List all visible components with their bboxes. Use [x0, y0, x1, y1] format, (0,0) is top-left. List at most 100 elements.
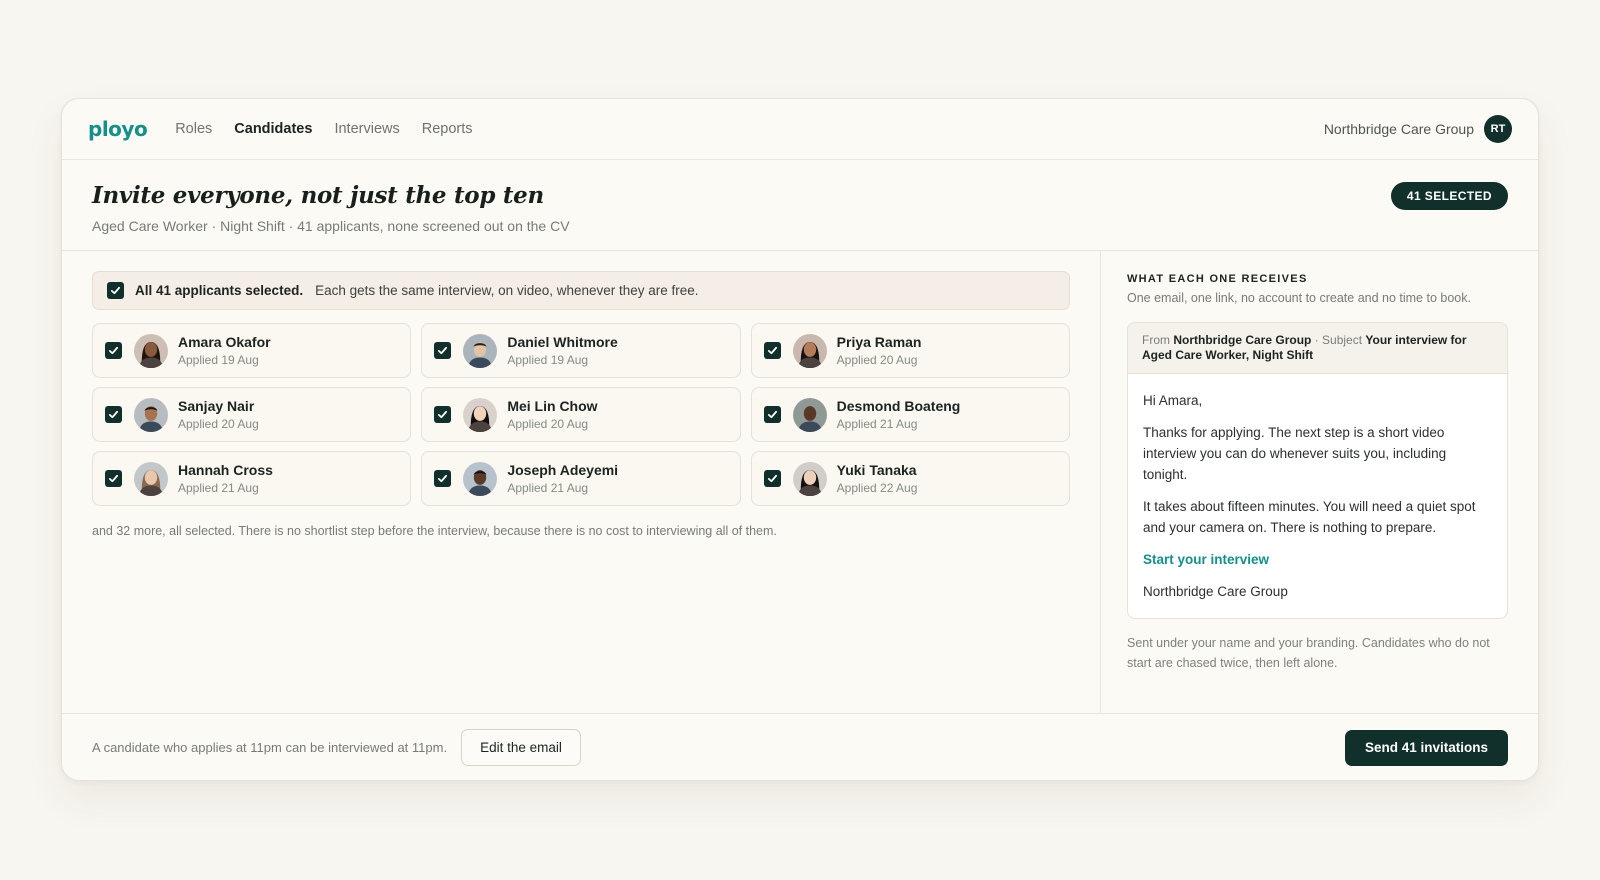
candidate-name: Yuki Tanaka	[836, 462, 917, 478]
candidate-card[interactable]: Priya Raman Applied 20 Aug	[750, 323, 1070, 378]
checkmark-icon	[108, 410, 119, 419]
candidate-card[interactable]: Daniel Whitmore Applied 19 Aug	[421, 323, 741, 378]
org-name: Northbridge Care Group	[1323, 121, 1474, 137]
more-candidates-note: and 32 more, all selected. There is no s…	[92, 524, 777, 538]
email-header: From Northbridge Care Group · Subject Yo…	[1128, 323, 1507, 374]
page-subtitle: Aged Care Worker · Night Shift · 41 appl…	[92, 218, 570, 234]
candidate-checkbox[interactable]	[434, 406, 452, 423]
candidate-info: Yuki Tanaka Applied 22 Aug	[837, 462, 918, 495]
candidate-card[interactable]: Hannah Cross Applied 21 Aug	[92, 451, 412, 506]
email-body: Hi Amara, Thanks for applying. The next …	[1128, 374, 1507, 618]
checkmark-icon	[767, 410, 777, 419]
nav-candidates[interactable]: Candidates	[234, 121, 312, 137]
candidate-info: Hannah Cross Applied 21 Aug	[178, 462, 273, 495]
candidate-card[interactable]: Mei Lin Chow Applied 20 Aug	[421, 387, 741, 442]
candidate-card[interactable]: Amara Okafor Applied 19 Aug	[92, 323, 412, 378]
candidate-applied-date: Applied 21 Aug	[178, 481, 259, 495]
email-subject-prefix: · Subject	[1314, 333, 1363, 347]
woman-dark-hair-icon	[134, 333, 168, 368]
candidate-checkbox[interactable]	[763, 342, 781, 359]
candidate-info: Mei Lin Chow Applied 20 Aug	[507, 398, 597, 431]
candidate-info: Daniel Whitmore Applied 19 Aug	[507, 334, 617, 367]
candidate-name: Mei Lin Chow	[507, 398, 598, 414]
woman-short-hair-icon	[134, 461, 168, 496]
candidate-applied-date: Applied 21 Aug	[507, 481, 589, 495]
candidate-info: Joseph Adeyemi Applied 21 Aug	[507, 462, 618, 495]
top-nav: ployo Roles Candidates Interviews Report…	[62, 99, 1538, 160]
checkmark-icon	[438, 410, 448, 419]
candidate-card[interactable]: Yuki Tanaka Applied 22 Aug	[750, 451, 1070, 506]
nav-interviews[interactable]: Interviews	[334, 121, 399, 137]
checkmark-icon	[110, 286, 121, 295]
user-avatar[interactable]: RT	[1484, 115, 1512, 143]
select-all-bar: All 41 applicants selected. Each gets th…	[92, 271, 1070, 310]
select-all-label: All 41 applicants selected.	[135, 283, 304, 298]
candidate-photo	[134, 461, 168, 496]
candidate-applied-date: Applied 22 Aug	[836, 481, 918, 495]
nav-roles[interactable]: Roles	[175, 121, 212, 137]
candidate-applied-date: Applied 20 Aug	[178, 417, 259, 431]
candidate-name: Priya Raman	[836, 334, 922, 350]
candidate-photo	[792, 333, 827, 368]
woman-long-hair-icon	[792, 333, 827, 368]
candidate-info: Sanjay Nair Applied 20 Aug	[178, 398, 259, 431]
candidate-photo	[792, 461, 827, 496]
select-all-checkbox[interactable]	[107, 282, 124, 299]
checkmark-icon	[438, 346, 448, 355]
selected-count-badge: 41 SELECTED	[1390, 182, 1508, 210]
checkmark-icon	[108, 474, 119, 483]
candidate-applied-date: Applied 21 Aug	[836, 417, 918, 431]
candidate-name: Sanjay Nair	[178, 398, 255, 414]
candidate-card[interactable]: Joseph Adeyemi Applied 21 Aug	[421, 451, 741, 506]
checkmark-icon	[767, 346, 777, 355]
start-interview-link[interactable]: Start your interview	[1143, 552, 1269, 567]
candidate-photo	[463, 461, 498, 496]
man-smiling-icon	[463, 461, 498, 496]
send-invitations-button[interactable]: Send 41 invitations	[1344, 729, 1508, 766]
email-preview-panel: WHAT EACH ONE RECEIVES One email, one li…	[1101, 251, 1538, 713]
candidate-applied-date: Applied 20 Aug	[507, 417, 589, 431]
man-short-hair-icon	[463, 333, 498, 368]
candidate-checkbox[interactable]	[105, 342, 122, 359]
man-bald-icon	[792, 397, 827, 432]
email-from: Northbridge Care Group	[1173, 333, 1312, 347]
email-preview: From Northbridge Care Group · Subject Yo…	[1127, 322, 1508, 619]
email-greeting: Hi Amara,	[1143, 393, 1203, 408]
candidate-grid: Amara Okafor Applied 19 Aug Daniel Whitm…	[92, 323, 1070, 506]
section-desc: One email, one link, no account to creat…	[1127, 291, 1471, 305]
section-label: WHAT EACH ONE RECEIVES	[1127, 273, 1308, 285]
candidate-applied-date: Applied 19 Aug	[507, 353, 589, 367]
candidate-info: Amara Okafor Applied 19 Aug	[178, 334, 271, 367]
candidates-panel: All 41 applicants selected. Each gets th…	[62, 251, 1101, 713]
candidate-checkbox[interactable]	[105, 470, 122, 487]
page-header: Invite everyone, not just the top ten Ag…	[62, 160, 1538, 251]
checkmark-icon	[767, 474, 777, 483]
email-paragraph-1: Thanks for applying. The next step is a …	[1143, 425, 1447, 482]
man-beard-icon	[134, 397, 168, 432]
woman-long-hair-icon	[463, 397, 498, 432]
candidate-name: Joseph Adeyemi	[507, 462, 619, 478]
candidate-checkbox[interactable]	[763, 406, 781, 423]
checkmark-icon	[108, 346, 119, 355]
candidate-applied-date: Applied 20 Aug	[836, 353, 918, 367]
candidate-name: Daniel Whitmore	[507, 334, 618, 350]
checkmark-icon	[438, 474, 448, 483]
candidate-card[interactable]: Sanjay Nair Applied 20 Aug	[92, 387, 412, 442]
candidate-checkbox[interactable]	[434, 470, 452, 487]
candidate-name: Hannah Cross	[178, 462, 273, 478]
footer-bar: A candidate who applies at 11pm can be i…	[62, 713, 1538, 780]
nav-reports[interactable]: Reports	[422, 121, 473, 137]
edit-email-button[interactable]: Edit the email	[461, 729, 581, 766]
candidate-card[interactable]: Desmond Boateng Applied 21 Aug	[750, 387, 1070, 442]
select-all-desc: Each gets the same interview, on video, …	[315, 283, 699, 298]
candidate-checkbox[interactable]	[105, 406, 122, 423]
email-from-prefix: From	[1142, 333, 1170, 347]
woman-dark-hair-icon	[792, 461, 827, 496]
candidate-checkbox[interactable]	[763, 470, 781, 487]
panel-footnote: Sent under your name and your branding. …	[1127, 636, 1490, 670]
candidate-info: Priya Raman Applied 20 Aug	[837, 334, 922, 367]
content-body: All 41 applicants selected. Each gets th…	[62, 251, 1538, 713]
candidate-photo	[134, 397, 168, 432]
candidate-checkbox[interactable]	[434, 342, 452, 359]
logo[interactable]: ployo	[88, 117, 148, 141]
